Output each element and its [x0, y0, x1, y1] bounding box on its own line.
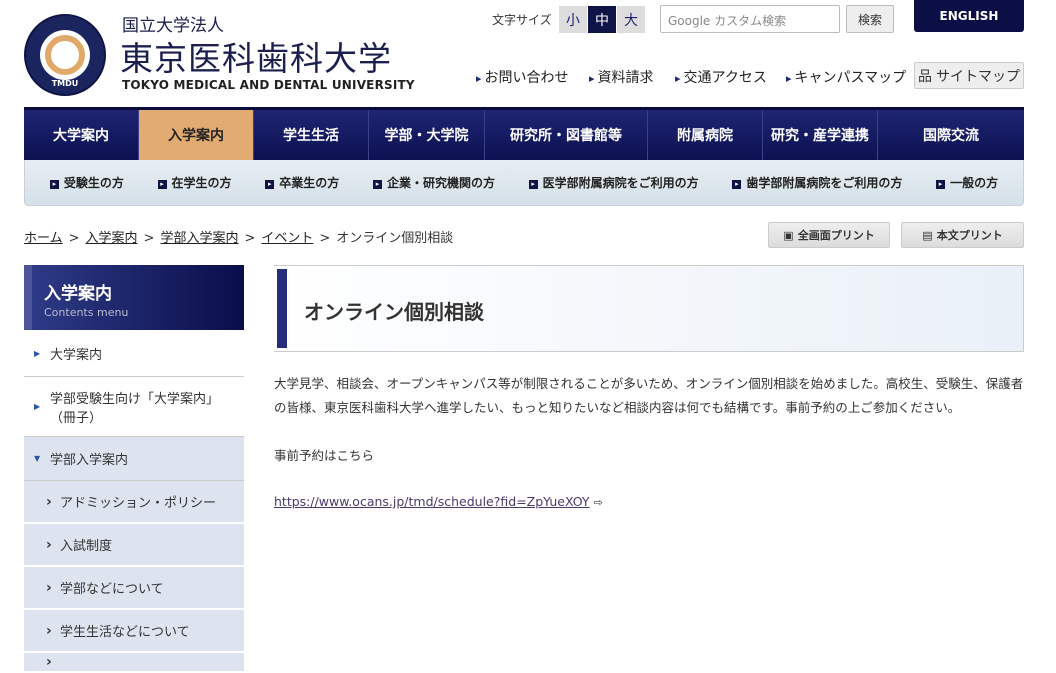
- reservation-text: 事前予約はこちら: [274, 444, 1024, 468]
- contact-link[interactable]: お問い合わせ: [476, 67, 569, 87]
- nav-institutes[interactable]: 研究所・図書館等: [485, 110, 648, 160]
- print-body-label: 本文プリント: [937, 227, 1003, 243]
- sitemap-icon: 品: [918, 66, 932, 86]
- nav-research[interactable]: 研究・産学連携: [763, 110, 878, 160]
- sidebar-item[interactable]: 学部受験生向け「大学案内」（冊子）: [24, 377, 244, 437]
- font-size-medium-button[interactable]: 中: [588, 6, 616, 33]
- logo-text: TMDU: [26, 79, 104, 88]
- sidebar-subitem[interactable]: 学部などについて: [24, 567, 244, 610]
- subnav-item[interactable]: 一般の方: [936, 174, 998, 191]
- sidebar-item-expanded[interactable]: 学部入学案内: [24, 437, 244, 481]
- font-size-small-button[interactable]: 小: [559, 6, 587, 33]
- subnav-item[interactable]: 卒業生の方: [265, 174, 339, 191]
- breadcrumb-home[interactable]: ホーム: [24, 231, 63, 246]
- sidebar-subtitle: Contents menu: [44, 306, 232, 319]
- document-icon: ▤: [922, 229, 932, 242]
- sidebar-item[interactable]: 大学案内: [24, 330, 244, 377]
- font-size-large-button[interactable]: 大: [617, 6, 645, 33]
- subnav-item[interactable]: 在学生の方: [158, 174, 232, 191]
- audience-nav: 受験生の方 在学生の方 卒業生の方 企業・研究機関の方 医学部附属病院をご利用の…: [24, 160, 1024, 206]
- sidebar-subitem[interactable]: アドミッション・ポリシー: [24, 481, 244, 524]
- nav-faculties[interactable]: 学部・大学院: [369, 110, 485, 160]
- page-title-box: オンライン個別相談: [274, 265, 1024, 352]
- access-link[interactable]: 交通アクセス: [675, 67, 767, 87]
- search-button[interactable]: 検索: [846, 5, 894, 33]
- breadcrumb-events[interactable]: イベント: [261, 231, 313, 246]
- sidebar-title: 入学案内: [44, 279, 232, 304]
- breadcrumb-admissions[interactable]: 入学案内: [86, 231, 138, 246]
- nav-hospitals[interactable]: 附属病院: [648, 110, 763, 160]
- materials-link[interactable]: 資料請求: [589, 67, 654, 87]
- nav-university[interactable]: 大学案内: [24, 110, 139, 160]
- monitor-icon: ▣: [783, 229, 793, 242]
- site-title[interactable]: 東京医科歯科大学: [120, 32, 392, 80]
- sidebar: 入学案内 Contents menu 大学案内 学部受験生向け「大学案内」（冊子）…: [24, 265, 244, 673]
- external-link-icon: ⇨: [594, 496, 603, 509]
- sidebar-header: 入学案内 Contents menu: [24, 265, 244, 330]
- nav-admissions[interactable]: 入学案内: [139, 110, 254, 160]
- sidebar-subitem[interactable]: 入試制度: [24, 524, 244, 567]
- sidebar-subitem[interactable]: 学生生活などについて: [24, 610, 244, 653]
- subnav-item[interactable]: 歯学部附属病院をご利用の方: [732, 174, 902, 191]
- breadcrumb-current: オンライン個別相談: [336, 231, 453, 246]
- print-body-button[interactable]: ▤ 本文プリント: [901, 222, 1024, 248]
- nav-international[interactable]: 国際交流: [878, 110, 1024, 160]
- subnav-item[interactable]: 企業・研究機関の方: [373, 174, 495, 191]
- reservation-link[interactable]: https://www.ocans.jp/tmd/schedule?fid=Zp…: [274, 494, 590, 509]
- subnav-item[interactable]: 医学部附属病院をご利用の方: [529, 174, 699, 191]
- breadcrumb: ホーム>入学案内>学部入学案内>イベント>オンライン個別相談: [24, 227, 453, 246]
- font-size-label: 文字サイズ: [492, 11, 552, 28]
- campus-map-link[interactable]: キャンパスマップ: [786, 67, 906, 87]
- nav-student-life[interactable]: 学生生活: [254, 110, 369, 160]
- print-full-button[interactable]: ▣ 全画面プリント: [768, 222, 890, 248]
- sidebar-subitem[interactable]: [24, 653, 244, 673]
- subnav-item[interactable]: 受験生の方: [50, 174, 124, 191]
- english-button[interactable]: ENGLISH: [914, 0, 1024, 32]
- sitemap-button[interactable]: 品サイトマップ: [914, 62, 1024, 89]
- university-logo[interactable]: TMDU: [24, 14, 106, 96]
- breadcrumb-undergrad[interactable]: 学部入学案内: [160, 231, 238, 246]
- page-title: オンライン個別相談: [304, 296, 484, 325]
- sitemap-label: サイトマップ: [936, 66, 1020, 86]
- global-nav: 大学案内 入学案内 学生生活 学部・大学院 研究所・図書館等 附属病院 研究・産…: [24, 107, 1024, 160]
- print-full-label: 全画面プリント: [798, 227, 875, 243]
- intro-paragraph: 大学見学、相談会、オープンキャンパス等が制限されることが多いため、オンライン個別…: [274, 372, 1024, 420]
- search-input[interactable]: Google カスタム検索: [660, 5, 840, 33]
- site-title-en: TOKYO MEDICAL AND DENTAL UNIVERSITY: [122, 78, 415, 92]
- main-content: 大学見学、相談会、オープンキャンパス等が制限されることが多いため、オンライン個別…: [274, 372, 1024, 515]
